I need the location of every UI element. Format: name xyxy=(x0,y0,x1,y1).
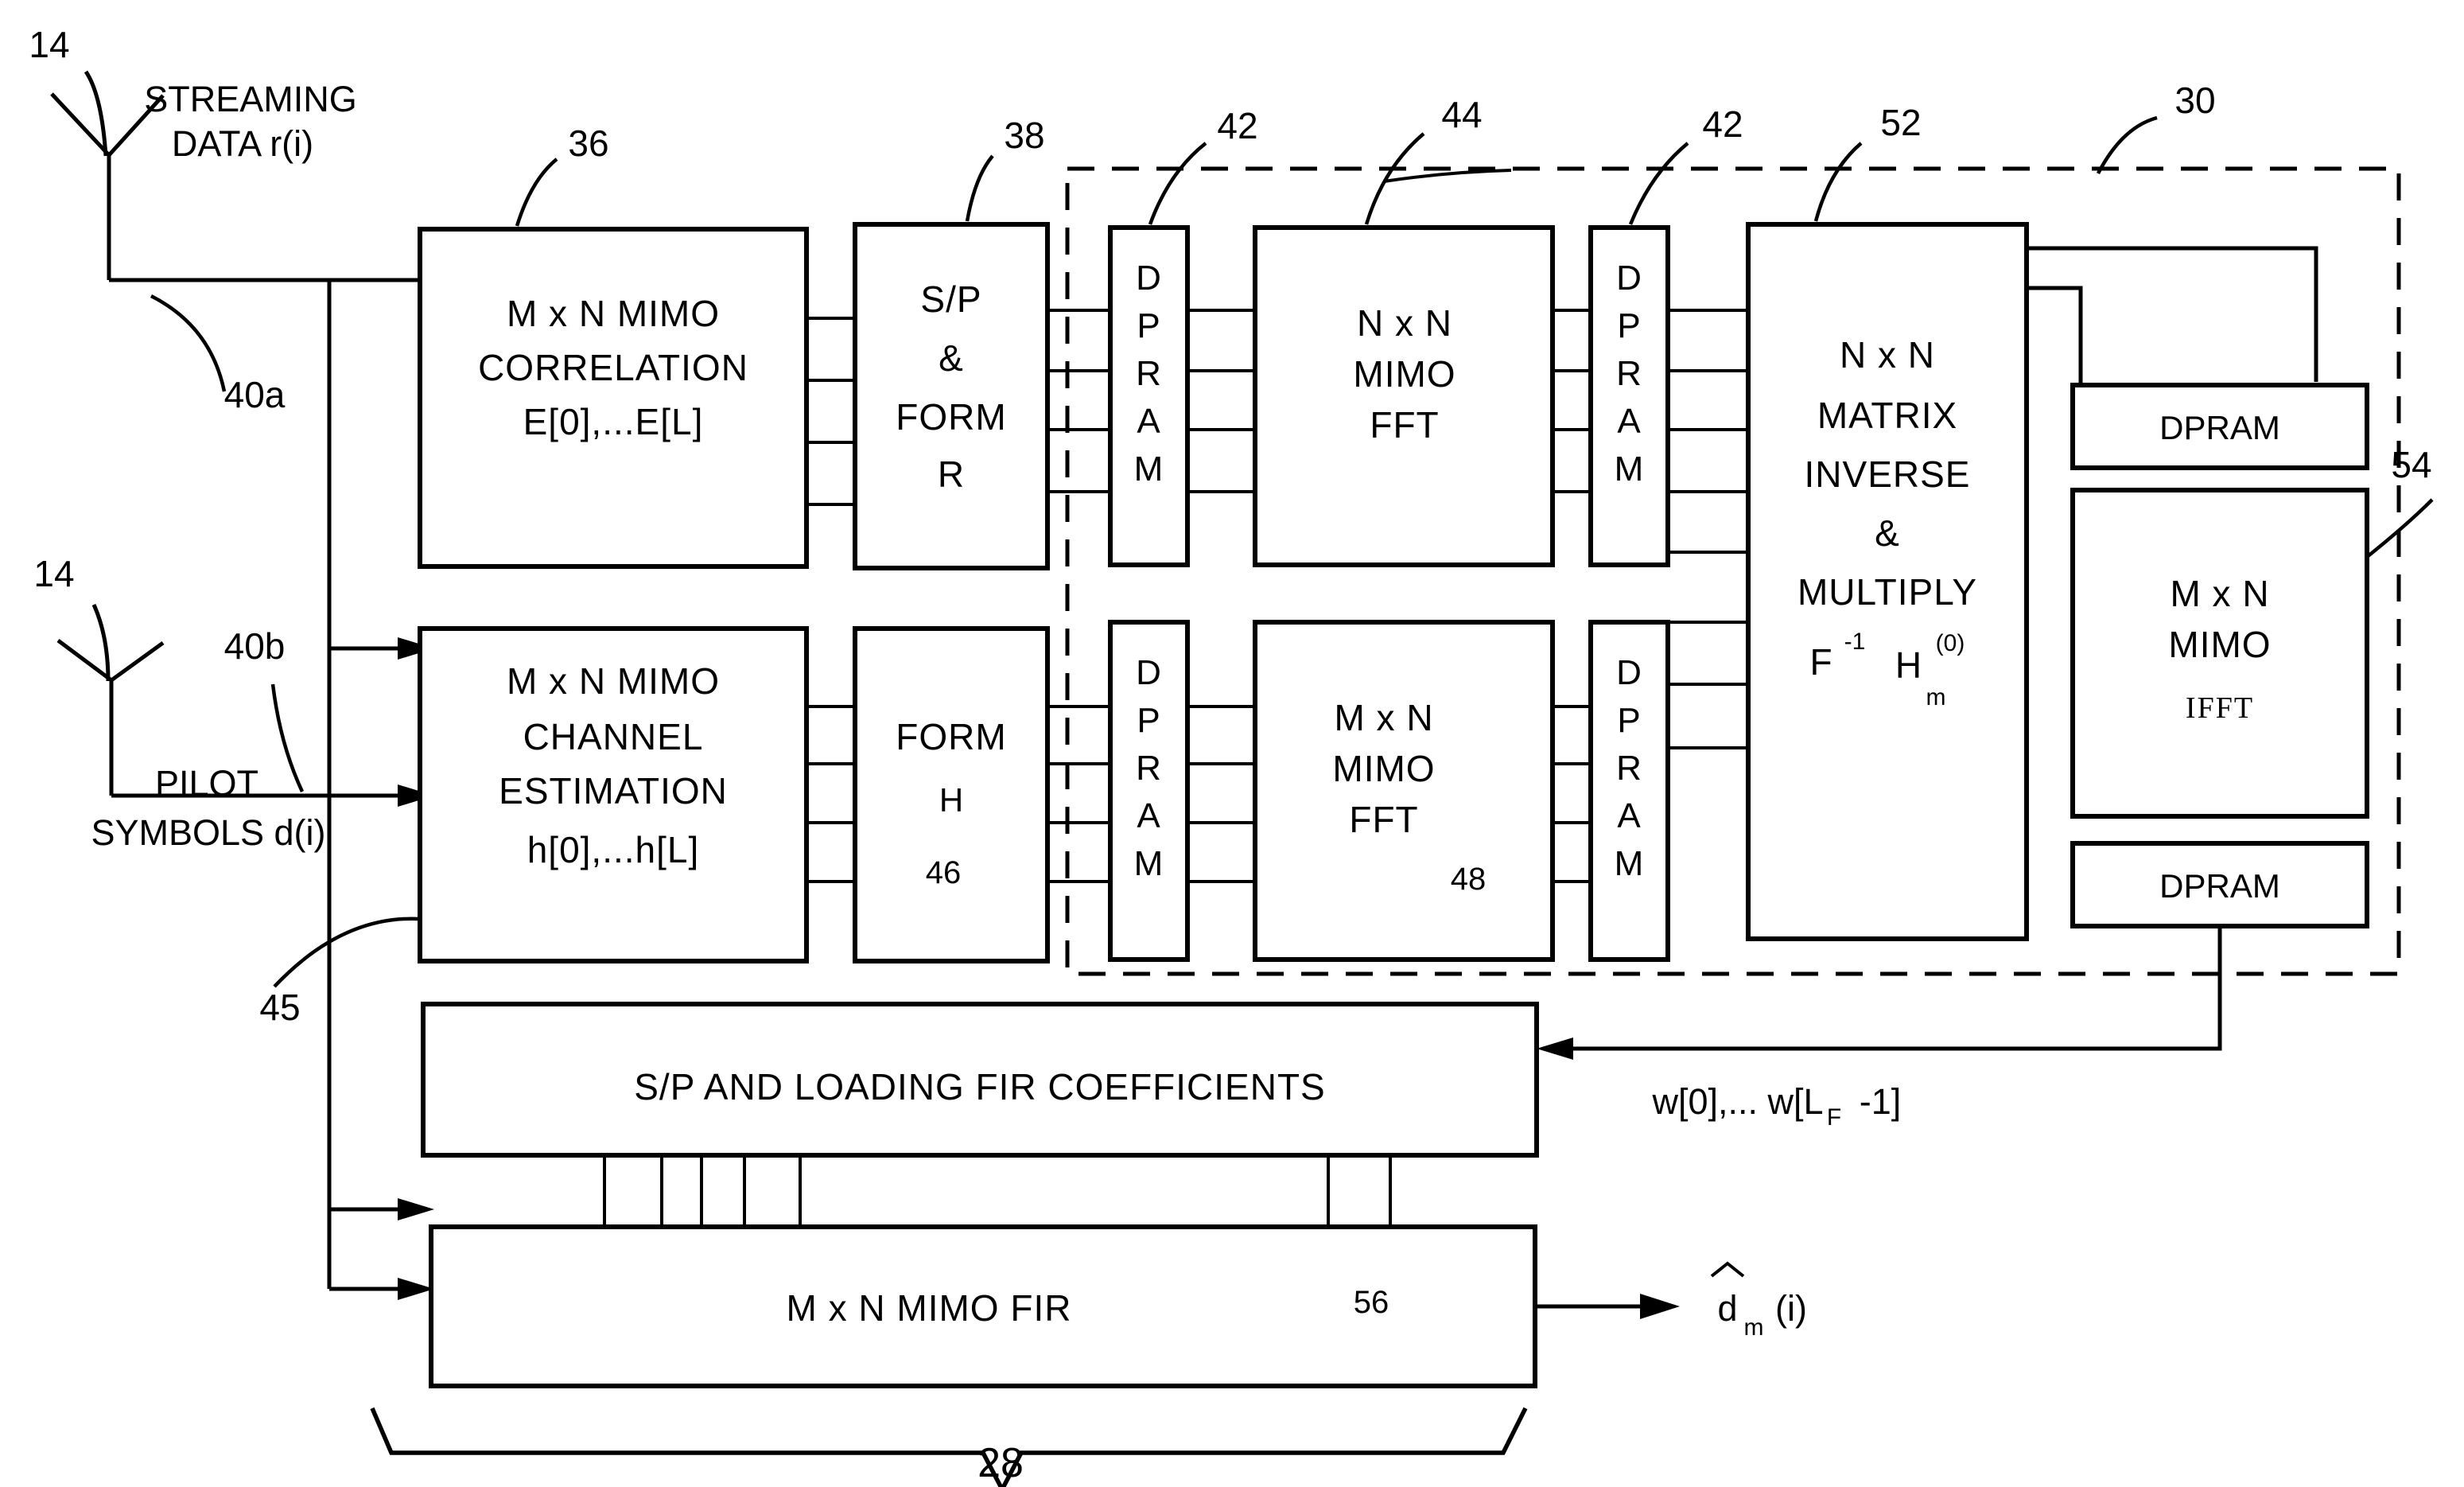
svg-text:R: R xyxy=(1616,749,1642,788)
ref-42-top-left: 42 xyxy=(1217,105,1257,146)
matinv-line2: MATRIX xyxy=(1817,395,1957,436)
svg-text:d: d xyxy=(1717,1288,1737,1329)
sp-loading-fir-label: S/P AND LOADING FIR COEFFICIENTS xyxy=(634,1066,1326,1107)
ref-46-label: 46 xyxy=(926,855,962,890)
block-mxn-mimo-fft xyxy=(1253,620,1555,962)
svg-text:F: F xyxy=(1809,641,1832,683)
svg-text:P: P xyxy=(1617,701,1640,740)
svg-text:A: A xyxy=(1137,402,1160,441)
ifft-line2: MIMO xyxy=(2168,624,2271,665)
matinv-line1: N x N xyxy=(1840,334,1935,376)
dpram-top-left-label: D P R A M xyxy=(1134,259,1164,489)
diagram-canvas: 14 STREAMING DATA r(i) 40a 14 PILOT SYMB… xyxy=(29,24,2434,1487)
ref-44-label: 44 xyxy=(1441,94,1482,135)
dpram-right-upper-label: DPRAM xyxy=(2159,409,2280,446)
brace-28-label: 28 xyxy=(977,1440,1024,1486)
form-h-line1: FORM xyxy=(896,716,1006,757)
ref-52-label: 52 xyxy=(1880,102,1921,143)
svg-text:-1]: -1] xyxy=(1860,1081,1902,1122)
correlation-line1: M x N MIMO xyxy=(507,293,720,334)
svg-text:D: D xyxy=(1616,653,1642,692)
form-h-line2: H xyxy=(939,781,963,819)
ref-36-label: 36 xyxy=(568,123,608,164)
mimo-fir-label: M x N MIMO FIR xyxy=(787,1287,1072,1329)
streaming-data-label-line2: DATA r(i) xyxy=(172,123,313,164)
ref-14-bottom: 14 xyxy=(33,553,74,594)
nxn-fft-line1: N x N xyxy=(1357,302,1452,344)
ce-line1: M x N MIMO xyxy=(507,660,720,702)
svg-text:P: P xyxy=(1137,306,1160,345)
ref-14-top: 14 xyxy=(29,24,69,65)
svg-text:H: H xyxy=(1895,644,1922,686)
svg-text:A: A xyxy=(1617,796,1641,835)
pilot-label-line2: SYMBOLS d(i) xyxy=(91,812,325,853)
sp-form-r-line3: FORM xyxy=(896,396,1006,438)
dpram-bottom-right-label: D P R A M xyxy=(1615,653,1644,883)
correlation-line3: E[0],...E[L] xyxy=(523,401,704,442)
ref-56-label: 56 xyxy=(1354,1285,1389,1320)
svg-text:P: P xyxy=(1617,306,1640,345)
svg-text:M: M xyxy=(1615,450,1644,489)
ifft-line3: IFFT xyxy=(2186,691,2254,725)
svg-text:(0): (0) xyxy=(1936,630,1965,656)
ifft-line1: M x N xyxy=(2170,573,2269,614)
svg-text:-1: -1 xyxy=(1844,629,1866,655)
arrowhead-fir-coeff xyxy=(1537,1037,1573,1060)
ce-line4: h[0],...h[L] xyxy=(527,829,700,870)
block-mimo-correlation xyxy=(418,227,809,569)
lead-40b-label: 40b xyxy=(224,625,286,667)
svg-text:R: R xyxy=(1136,749,1161,788)
ref-48-label: 48 xyxy=(1451,862,1487,897)
mxn-fft-line2: MIMO xyxy=(1332,748,1435,789)
svg-text:M: M xyxy=(1134,844,1164,883)
svg-text:A: A xyxy=(1137,796,1160,835)
arrowhead-fir-in-1 xyxy=(398,1198,434,1220)
mxn-fft-line1: M x N xyxy=(1334,697,1433,738)
svg-text:D: D xyxy=(1616,259,1642,298)
dpram-right-lower-label: DPRAM xyxy=(2159,867,2280,905)
svg-text:M: M xyxy=(1134,450,1164,489)
patent-figure: 14 STREAMING DATA r(i) 40a 14 PILOT SYMB… xyxy=(0,0,2464,1487)
nxn-fft-line2: MIMO xyxy=(1353,353,1455,395)
svg-text:A: A xyxy=(1617,402,1641,441)
ref-30-label: 30 xyxy=(2174,80,2215,121)
ref-38-label: 38 xyxy=(1004,115,1044,156)
svg-text:w[0],... w[L: w[0],... w[L xyxy=(1651,1081,1823,1122)
svg-text:F: F xyxy=(1827,1104,1841,1131)
sp-form-r-line4: R xyxy=(938,453,965,495)
ce-line3: ESTIMATION xyxy=(499,770,728,812)
svg-text:m: m xyxy=(1926,684,1946,710)
mxn-fft-line3: FFT xyxy=(1349,799,1418,840)
antenna-bottom xyxy=(56,603,165,796)
ce-line2: CHANNEL xyxy=(523,716,704,757)
svg-text:D: D xyxy=(1136,653,1161,692)
matinv-line3: INVERSE xyxy=(1805,453,1971,495)
streaming-data-label-line1: STREAMING xyxy=(144,79,357,119)
matinv-line5: MULTIPLY xyxy=(1797,571,1977,613)
ref-42-top-right: 42 xyxy=(1702,103,1743,145)
dpram-top-right-label: D P R A M xyxy=(1615,259,1644,489)
svg-text:R: R xyxy=(1616,354,1642,393)
svg-text:D: D xyxy=(1136,259,1161,298)
arrowhead-output xyxy=(1640,1294,1680,1319)
matinv-line4: & xyxy=(1875,512,1900,554)
svg-text:R: R xyxy=(1136,354,1161,393)
ref-54-label: 54 xyxy=(2391,444,2431,485)
fir-coefficients-label: w[0],... w[L F -1] xyxy=(1651,1081,1901,1131)
nxn-fft-line3: FFT xyxy=(1370,404,1439,446)
lead-40a-label: 40a xyxy=(224,374,286,415)
dpram-bottom-left-label: D P R A M xyxy=(1134,653,1164,883)
output-signal-label: d m (i) xyxy=(1710,1261,1807,1341)
svg-text:M: M xyxy=(1615,844,1644,883)
svg-text:P: P xyxy=(1137,701,1160,740)
svg-text:m: m xyxy=(1744,1314,1764,1341)
svg-text:(i): (i) xyxy=(1775,1288,1807,1329)
lead-45-label: 45 xyxy=(259,987,300,1028)
sp-form-r-line2: & xyxy=(939,337,964,379)
block-nxn-mimo-fft xyxy=(1253,225,1555,567)
sp-form-r-line1: S/P xyxy=(920,278,981,320)
correlation-line2: CORRELATION xyxy=(478,347,748,388)
